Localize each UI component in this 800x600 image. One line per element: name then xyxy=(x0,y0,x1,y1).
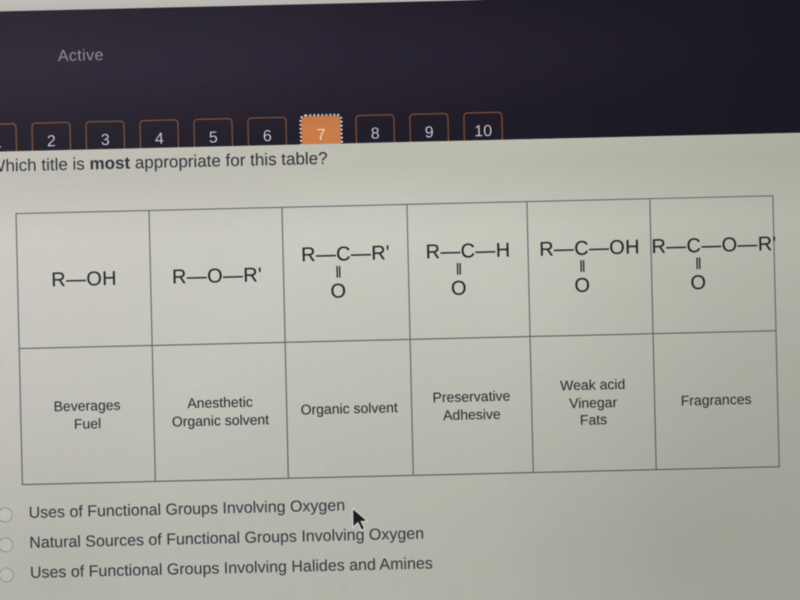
quiz-content-page: Which title is most appropriate for this… xyxy=(0,131,800,600)
quiz-status-label: Active xyxy=(57,47,105,66)
use-line: Organic solvent xyxy=(171,410,270,430)
question-emphasis: most xyxy=(89,153,131,174)
carbonyl-group: ‖ O xyxy=(285,264,391,304)
formula-base: R—C—OH xyxy=(538,236,641,261)
use-line: Fuel xyxy=(73,414,102,432)
formula-base: R—C—O—R' xyxy=(651,232,777,258)
table-header-cell: R—C—R' ‖ O xyxy=(281,204,411,343)
screenshot-root: Play... from uiz Active 12345678910 Whic… xyxy=(0,0,800,600)
answer-option-label: Natural Sources of Functional Groups Inv… xyxy=(29,525,425,552)
table-data-cell: Weak acid Vinegar Fats xyxy=(530,333,657,473)
structural-formula: R—C—H ‖ O xyxy=(425,239,511,301)
question-prompt: Which title is most appropriate for this… xyxy=(0,149,328,177)
use-line: Fats xyxy=(579,411,608,429)
table-header-row: R—OH R—O—R' R—C—R' ‖ O R—C—H ‖ O R—C—OH ‖ O R—C—O—R… xyxy=(16,195,777,349)
table-header-cell: R—C—O—R' ‖ O xyxy=(649,195,777,334)
structural-formula: R—O—R' xyxy=(171,263,263,288)
functional-groups-table-wrap: R—OH R—O—R' R—C—R' ‖ O R—C—H ‖ O R—C—OH ‖ O R—C—O—R… xyxy=(16,195,780,485)
table-data-cell: Anesthetic Organic solvent xyxy=(152,342,289,482)
functional-groups-table: R—OH R—O—R' R—C—R' ‖ O R—C—H ‖ O R—C—OH ‖ O R—C—O—R… xyxy=(16,195,780,485)
formula-base: R—C—H xyxy=(425,239,511,264)
table-header-cell: R—OH xyxy=(16,210,153,349)
table-data-cell: Organic solvent xyxy=(285,339,414,479)
formula-base: R—C—R' xyxy=(300,241,391,267)
radio-button-icon[interactable] xyxy=(0,506,13,523)
formula-base: R—OH xyxy=(51,267,118,291)
carbonyl-group: ‖ O xyxy=(406,261,512,301)
table-data-cell: Beverages Fuel xyxy=(19,345,156,485)
carbonyl-oxygen: O xyxy=(690,272,707,295)
structural-formula: R—C—O—R' ‖ O xyxy=(651,232,777,296)
structural-formula: R—OH xyxy=(51,267,118,291)
question-suffix: appropriate for this table? xyxy=(129,148,328,173)
use-line: Organic solvent xyxy=(300,398,399,418)
use-line: Adhesive xyxy=(442,405,501,423)
answer-options-list: Uses of Functional Groups Involving Oxyg… xyxy=(0,489,433,589)
uses-list: Fragrances xyxy=(655,390,777,411)
carbonyl-oxygen: O xyxy=(450,277,468,301)
question-prefix: Which title is xyxy=(0,154,86,176)
answer-option-label: Uses of Functional Groups Involving Hali… xyxy=(29,555,433,582)
uses-list: Weak acid Vinegar Fats xyxy=(532,375,655,432)
radio-button-icon[interactable] xyxy=(0,536,14,553)
formula-base: R—O—R' xyxy=(171,263,263,288)
table-row: Beverages Fuel Anesthetic Organic solvent Or… xyxy=(19,330,780,485)
uses-list: Organic solvent xyxy=(287,398,411,419)
uses-list: Anesthetic Organic solvent xyxy=(154,392,287,431)
use-line: Fragrances xyxy=(680,390,752,409)
carbonyl-group: ‖ O xyxy=(619,255,778,297)
uses-list: Beverages Fuel xyxy=(21,396,154,435)
carbonyl-oxygen: O xyxy=(330,280,347,304)
radio-button-icon[interactable] xyxy=(0,566,15,583)
structural-formula: R—C—R' ‖ O xyxy=(300,241,391,304)
table-data-cell: Preservative Adhesive xyxy=(410,336,534,476)
photographed-screen: Play... from uiz Active 12345678910 Whic… xyxy=(0,0,800,600)
answer-option-label: Uses of Functional Groups Involving Oxyg… xyxy=(28,497,346,522)
table-header-cell: R—O—R' xyxy=(148,207,286,346)
table-header-cell: R—C—H ‖ O xyxy=(406,201,531,340)
quiz-header-bar: uiz Active 12345678910 xyxy=(0,0,800,165)
uses-list: Preservative Adhesive xyxy=(412,387,532,426)
table-data-cell: Fragrances xyxy=(653,330,780,470)
